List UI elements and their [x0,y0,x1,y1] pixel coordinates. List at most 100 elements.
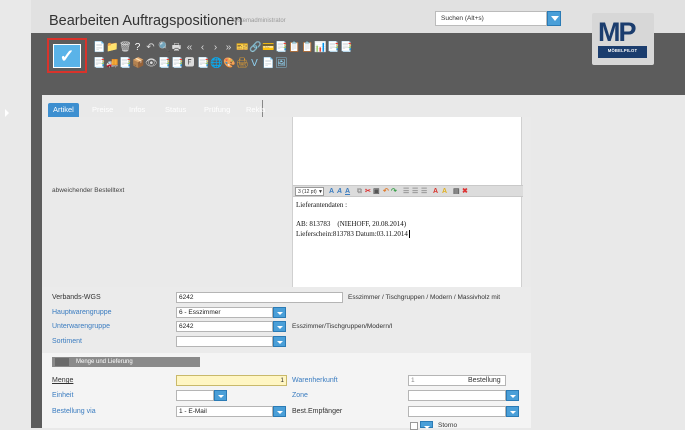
verbands-wgs-label: Verbands-WGS [52,294,101,301]
toolbar-icon[interactable]: 🖶 [171,42,182,53]
editor-content[interactable]: Lieferantendaten : AB: 813783 (NIEHOFF, … [296,201,410,239]
logo-text: MP [598,17,636,47]
toolbar-icon[interactable]: 👁 [145,58,158,69]
remove-format-icon[interactable]: ✖ [462,187,468,196]
tab-status[interactable]: Status [165,103,186,117]
menge-input[interactable]: 1 [176,375,287,386]
tab-preise[interactable]: Preise [92,103,113,117]
toolbar-icon[interactable]: 🔗 [249,42,261,53]
zone-dropdown-button[interactable] [506,390,519,401]
toolbar-icon[interactable]: 🎨 [223,58,235,69]
tab-pruefung[interactable]: Prüfung [204,103,230,117]
toolbar-icon[interactable]: 📑 [340,42,352,53]
verbands-wgs-input[interactable]: 6242 [176,292,343,303]
font-size-select[interactable]: 3 (12 pt) ▼ [295,187,324,196]
page-title: Bearbeiten Auftragspositionen [49,13,243,29]
editor-line: AB: 813783 (NIEHOFF, 20.08.2014) [296,220,407,228]
font-color-icon[interactable]: A [329,187,334,196]
zone-label: Zone [292,392,308,399]
toolbar-icon[interactable]: 📑 [197,58,209,69]
save-button[interactable]: ✓ [47,38,87,73]
storno-dropdown-button[interactable] [420,421,433,429]
einheit-select[interactable] [176,390,214,401]
bestellung-via-select[interactable]: 1 - E-Mail [176,406,273,417]
unterwarengruppe-label: Unterwarengruppe [52,323,110,330]
toolbar-icon[interactable]: 🖨 [236,58,249,69]
verbands-wgs-description: Esszimmer / Tischgruppen / Modern / Mass… [348,294,501,301]
toolbar-icon[interactable]: 📋 [301,42,313,53]
right-area [531,95,685,428]
left-strip [0,0,31,428]
toolbar-icon[interactable]: 🗑 [119,42,132,53]
toolbar-icon[interactable]: 📑 [93,58,105,69]
toolbar-icon[interactable]: 🌐 [210,58,222,69]
best-empfaenger-dropdown-button[interactable] [506,406,519,417]
toolbar-icon[interactable]: 📑 [171,58,183,69]
toolbar-icon[interactable]: 📑 [327,42,339,53]
hauptwarengruppe-label: Hauptwarengruppe [52,309,112,316]
einheit-label: Einheit [52,392,74,399]
toolbar-icon[interactable]: ? [132,42,143,53]
toolbar-icon[interactable]: 📦 [132,58,144,69]
toolbar-icon[interactable]: ↶ [145,42,156,53]
highlight-icon[interactable]: A [442,187,447,196]
toolbar-icon[interactable]: 🔍 [158,42,170,53]
search-input[interactable]: Suchen (Alt+s) [435,11,547,26]
zone-select[interactable] [408,390,506,401]
toolbar-icon[interactable]: 🅵 [184,58,195,69]
insert-table-icon[interactable]: ▤ [453,187,460,196]
tab-rekla[interactable]: Rekla [246,103,265,117]
bestellung-via-dropdown-button[interactable] [273,406,286,417]
storno-checkbox[interactable] [410,422,418,430]
unterwarengruppe-input[interactable]: 6242 [176,321,273,332]
align-left-icon[interactable]: ☰ [403,187,409,196]
toolbar-icon[interactable]: 📋 [288,42,300,53]
toolbar-icon[interactable]: 💳 [262,42,274,53]
einheit-dropdown-button[interactable] [214,390,227,401]
hauptwarengruppe-dropdown-button[interactable] [273,307,286,318]
cut-icon[interactable]: ✂ [365,187,371,196]
underline-icon[interactable]: A [345,187,350,196]
search-dropdown-button[interactable] [547,11,561,26]
toolbar-icon[interactable]: « [184,42,195,53]
toolbar-icon[interactable]: 📄 [93,42,105,53]
toolbar-icon[interactable]: 📑 [275,42,287,53]
toolbar-icon[interactable]: 📑 [119,58,131,69]
sortiment-dropdown-button[interactable] [273,336,286,347]
toolbar-icon[interactable]: V [249,58,260,69]
toolbar-icon[interactable]: » [223,42,234,53]
tab-infos[interactable]: Infos [129,103,145,117]
logo-band-line [598,55,647,58]
redo-icon[interactable]: ↷ [391,187,397,196]
unterwarengruppe-description: Esszimmer/Tischgruppen/Modern/I [292,323,393,330]
unterwarengruppe-dropdown-button[interactable] [273,321,286,332]
rich-text-editor[interactable]: 3 (12 pt) ▼ A A A ⧉ ✂ ▣ ↶ ↷ ☰ ☰ ☰ A A ▤ … [292,117,523,287]
editor-toolbar: 3 (12 pt) ▼ A A A ⧉ ✂ ▣ ↶ ↷ ☰ ☰ ☰ A A ▤ … [293,185,523,197]
best-empfaenger-select[interactable] [408,406,506,417]
collapse-arrow-icon[interactable] [55,358,69,366]
toolbar-icon[interactable]: 🖼 [275,58,288,69]
toolbar-icon[interactable]: › [210,42,221,53]
toolbar-icon[interactable]: 📄 [262,58,274,69]
align-right-icon[interactable]: ☰ [421,187,427,196]
toolbar-icon[interactable]: 📑 [158,58,170,69]
expand-arrow-icon[interactable] [5,109,9,117]
bestellung-via-label: Bestellung via [52,408,96,415]
italic-icon[interactable]: A [337,187,342,196]
align-center-icon[interactable]: ☰ [412,187,418,196]
undo-icon[interactable]: ↶ [383,187,389,196]
hauptwarengruppe-select[interactable]: 6 - Esszimmer [176,307,273,318]
header: Bearbeiten Auftragspositionen Systemadmi… [31,0,685,118]
toolbar-icon[interactable]: 📊 [314,42,326,53]
copy-icon[interactable]: ⧉ [357,187,362,196]
checkmark-icon: ✓ [53,44,81,68]
text-color-icon[interactable]: A [433,187,438,196]
paste-icon[interactable]: ▣ [373,187,380,196]
sortiment-select[interactable] [176,336,273,347]
menge-lieferung-header[interactable]: Menge und Lieferung [52,357,200,367]
toolbar-icon[interactable]: 🎫 [236,42,248,53]
toolbar-icon[interactable]: ‹ [197,42,208,53]
toolbar-icon[interactable]: 🚚 [106,58,118,69]
toolbar-icon[interactable]: 📁 [106,42,118,53]
tab-artikel[interactable]: Artikel [48,103,79,117]
